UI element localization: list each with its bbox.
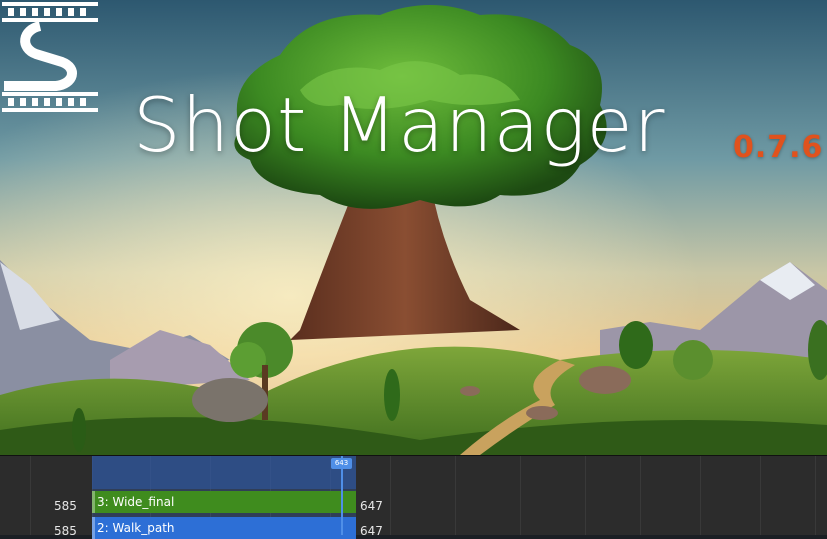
shots-timeline[interactable]: 585 3: Wide_final 647 585 2: Walk_path 6… bbox=[0, 455, 827, 539]
timeline-ruler[interactable] bbox=[92, 456, 356, 489]
shot-clip-label: 2: Walk_path bbox=[97, 521, 175, 535]
app-version: 0.7.6 bbox=[733, 130, 824, 165]
shot-end-frame: 647 bbox=[360, 524, 383, 538]
shot-clip-handle[interactable] bbox=[92, 491, 95, 513]
current-frame-badge[interactable]: 643 bbox=[331, 458, 352, 469]
shot-clip-handle[interactable] bbox=[92, 517, 95, 539]
splash-illustration: Shot Manager 0.7.6 bbox=[0, 0, 827, 455]
shot-start-frame: 585 bbox=[54, 524, 77, 538]
shot-manager-logo-icon bbox=[2, 2, 98, 112]
app-title: Shot Manager bbox=[133, 81, 666, 169]
shot-clip-wide-final[interactable]: 3: Wide_final bbox=[92, 491, 356, 513]
shot-clip-walk-path[interactable]: 2: Walk_path bbox=[92, 517, 356, 539]
shot-clip-label: 3: Wide_final bbox=[97, 495, 175, 509]
shot-end-frame: 647 bbox=[360, 499, 383, 513]
landscape-tree-image bbox=[0, 0, 827, 455]
shot-start-frame: 585 bbox=[54, 499, 77, 513]
